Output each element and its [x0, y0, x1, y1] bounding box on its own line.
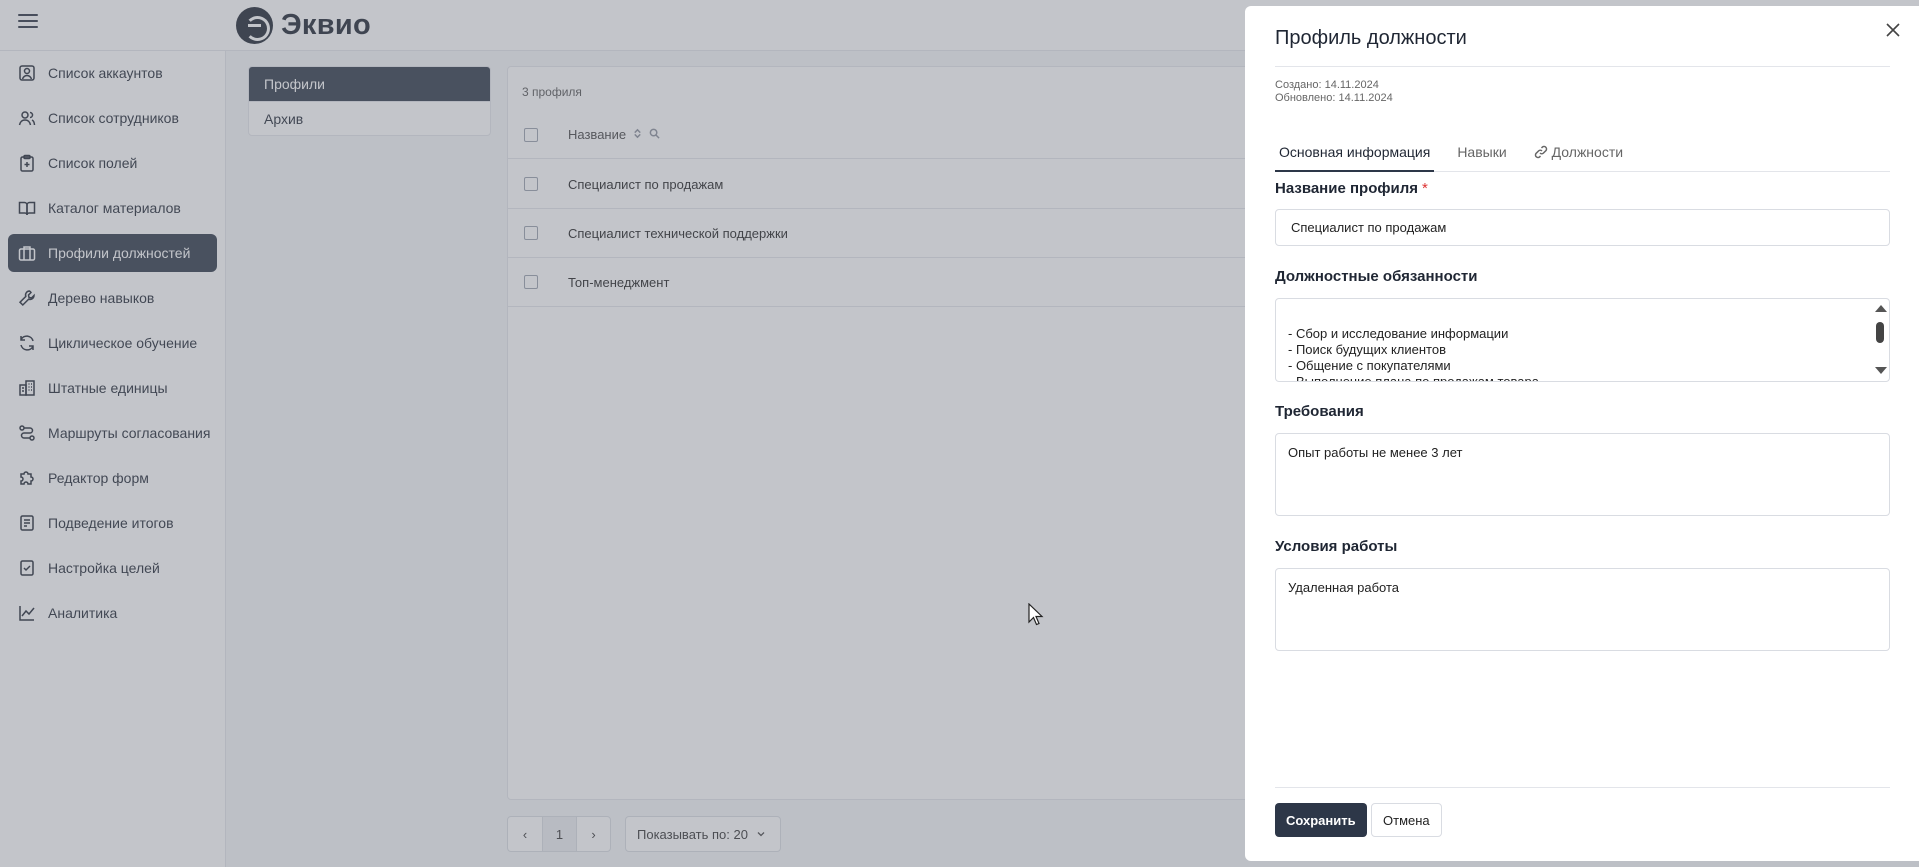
divider — [1275, 66, 1890, 67]
footer-divider — [1275, 787, 1890, 788]
profile-name-label: Название профиля * — [1275, 180, 1428, 197]
scroll-thumb[interactable] — [1876, 322, 1884, 343]
requirements-textarea[interactable]: Опыт работы не менее 3 лет — [1275, 433, 1890, 516]
tab-positions-label: Должности — [1551, 144, 1624, 160]
duties-textarea[interactable]: - Сбор и исследование информации - Поиск… — [1275, 298, 1890, 382]
updated-date: Обновлено: 14.11.2024 — [1275, 92, 1393, 104]
scroll-down-icon[interactable] — [1875, 367, 1887, 374]
duties-scrollbar[interactable] — [1873, 301, 1887, 381]
created-date: Создано: 14.11.2024 — [1275, 79, 1379, 91]
drawer-tabs: Основная информация Навыки Должности — [1275, 136, 1890, 172]
duties-text: - Сбор и исследование информации - Поиск… — [1288, 326, 1539, 382]
scroll-up-icon[interactable] — [1875, 305, 1887, 312]
duties-label: Должностные обязанности — [1275, 268, 1478, 285]
record-meta: Создано: 14.11.2024 Обновлено: 14.11.202… — [1275, 79, 1393, 105]
tab-positions[interactable]: Должности — [1530, 136, 1627, 172]
link-icon — [1534, 144, 1548, 162]
requirements-label: Требования — [1275, 403, 1364, 420]
conditions-textarea[interactable]: Удаленная работа — [1275, 568, 1890, 651]
save-button[interactable]: Сохранить — [1275, 803, 1367, 837]
mouse-cursor-icon — [1028, 603, 1044, 626]
close-icon[interactable] — [1881, 18, 1905, 42]
tab-skills[interactable]: Навыки — [1453, 136, 1510, 172]
profile-name-label-text: Название профиля — [1275, 180, 1418, 197]
required-mark: * — [1421, 180, 1428, 197]
job-profile-drawer: Профиль должности Создано: 14.11.2024 Об… — [1245, 6, 1919, 861]
drawer-title: Профиль должности — [1275, 27, 1467, 49]
cancel-button[interactable]: Отмена — [1371, 803, 1442, 837]
profile-name-input[interactable]: Специалист по продажам — [1275, 209, 1890, 246]
tab-basic-info[interactable]: Основная информация — [1275, 136, 1435, 172]
conditions-label: Условия работы — [1275, 538, 1398, 555]
